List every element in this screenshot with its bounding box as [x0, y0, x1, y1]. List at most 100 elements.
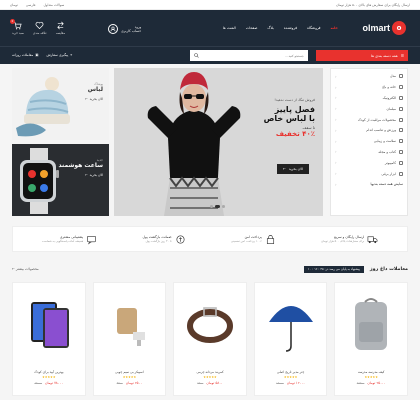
deals-products: کیف مدرسه مدرسه ★★★★★ ۲۵۰۰۰ تومان۲۸۵۰۰ چ…	[12, 282, 408, 396]
rating-stars: ★★★★★	[42, 375, 56, 379]
category-item[interactable]: الکترونیک ‹	[331, 93, 407, 104]
feature-item: پشتیبانی مشتری همیشه آماده پاسخگویی به شم…	[42, 234, 97, 245]
product-card[interactable]: چتر مدیر تاریخ اصلی ★★★★★ ۱۲۰۰۰ تومان۱۵۰…	[253, 282, 328, 396]
deals-title: معاملات داغ روز	[369, 266, 408, 272]
nav-item-blog[interactable]: بلاگ	[267, 26, 273, 30]
category-icon	[399, 160, 403, 165]
view-all-categories-link[interactable]: نمایش همه دسته بندیها ‹	[331, 179, 407, 190]
hero-title-line2: با لباس خاص	[263, 114, 315, 123]
chevron-left-icon: ‹	[335, 149, 337, 155]
search-input[interactable]	[204, 53, 304, 58]
chevron-left-icon: ‹	[335, 171, 337, 177]
currency-select[interactable]: تومان	[10, 3, 18, 7]
language-select[interactable]: فارسی	[26, 3, 36, 7]
nav-item-pages[interactable]: صفحات	[246, 26, 258, 30]
promo-banner-smartwatch[interactable]: جدید ساعت هوشمند الان بخرید ←	[12, 144, 109, 216]
slider-dot-active[interactable]	[215, 205, 220, 208]
product-card[interactable]: اسپیکر بی سیم چوبی ★★★★★ ۲۵۰۰ تومان۴۵۰۰	[92, 282, 167, 396]
category-item[interactable]: مبلمان ‹	[331, 103, 407, 114]
wishlist-icon	[35, 21, 44, 30]
support-icon	[87, 235, 97, 245]
tablet-image	[30, 302, 69, 348]
arrow-left-icon: ←	[282, 167, 286, 171]
nav-item-home[interactable]: خانه	[331, 26, 338, 30]
rating-stars: ★★★★★	[283, 375, 298, 379]
slider-dot[interactable]	[222, 205, 225, 208]
hero-subtitle: فروش مگا، از دست ندهید!	[274, 98, 315, 102]
chevron-left-icon: ‹	[335, 138, 337, 144]
hero-copy: فروش مگا، از دست ندهید! فصل پاییز با لبا…	[235, 98, 315, 138]
product-card[interactable]: کیف مدرسه مدرسه ★★★★★ ۲۵۰۰۰ تومان۲۸۵۰۰	[334, 282, 408, 396]
order-tracking-link[interactable]: ⌖ پیگیری سفارش	[46, 53, 72, 57]
slider-dots	[210, 205, 225, 208]
top-info-bar: ارسال رایگان برای سفارش های بالای ۵۰۰ هز…	[0, 0, 420, 10]
product-card[interactable]: بهترین آیپد برای کودک ★★★★★ ۷۸۰۰۰ تومان۸…	[12, 282, 86, 396]
site-header: olmart o خانه فروشگاه فروشنده بلاگ صفحات…	[0, 10, 420, 46]
rating-stars: ★★★★★	[122, 375, 137, 379]
hero-title-line1: فصل پاییز	[274, 105, 315, 114]
cart-button[interactable]: 0 سبد خرید	[10, 19, 24, 35]
nav-item-shop[interactable]: فروشگاه	[307, 26, 320, 30]
account-link[interactable]: ورود حساب کاربری	[108, 24, 141, 34]
category-icon	[399, 74, 403, 79]
slider-dot[interactable]	[210, 205, 213, 208]
arrow-left-icon: ←	[12, 267, 15, 271]
category-icon	[399, 95, 403, 100]
menu-icon: ☰	[400, 53, 404, 58]
chevron-left-icon: ‹	[335, 127, 337, 133]
category-icon	[399, 128, 403, 133]
chevron-left-icon: ‹	[335, 84, 337, 90]
belt-image	[187, 307, 234, 343]
category-item[interactable]: محصولات مراقبت از کودک ‹	[331, 114, 407, 125]
arrow-left-icon: ←	[85, 173, 88, 177]
chevron-left-icon: ‹	[335, 73, 337, 79]
chevron-left-icon: ‹	[335, 181, 337, 187]
hero-banner[interactable]: فروش مگا، از دست ندهید! فصل پاییز با لبا…	[114, 68, 323, 216]
promo1-cta[interactable]: الان بخرید ←	[85, 97, 103, 101]
all-categories-button[interactable]: ☰ همه دسته بندی ها	[316, 50, 408, 61]
site-logo[interactable]: olmart o	[362, 21, 406, 35]
truck-icon	[367, 235, 378, 243]
feature-item: پرداخت امن ۱۰۰٪ پرداخت امن تضمینی	[231, 234, 276, 245]
category-item[interactable]: مدل ‹	[331, 71, 407, 82]
search-icon[interactable]	[194, 53, 199, 58]
quick-links: ⌖ پیگیری سفارش ▣ معاملات روزانه	[12, 53, 72, 57]
nav-item-elements[interactable]: المنت ها	[223, 26, 236, 30]
deals-countdown: پیشنهاد به پایان می رسد در: ۴۵ : ۱۶ : ۱۰	[304, 265, 364, 273]
category-item[interactable]: خانه و باغ ‹	[331, 82, 407, 93]
feature-item: ضمانت بازگشت پول تا ۳۰ روز بازگشت پول	[142, 234, 185, 245]
lock-icon	[266, 234, 274, 244]
more-products-link[interactable]: محصولات بیشتر ←	[12, 267, 39, 271]
search-row: ☰ همه دسته بندی ها ⌖پیگیری سفارش ▣معاملا…	[0, 46, 420, 64]
compare-button[interactable]: مقایسه	[56, 21, 65, 35]
category-icon	[399, 171, 403, 176]
category-item[interactable]: سلامت و زیبایی ‹	[331, 136, 407, 147]
category-icon	[399, 149, 403, 154]
product-card[interactable]: کمربند مردانه چرمی ★★★★★ ۵۸۰۰ تومان۶۲۰۰	[173, 282, 247, 396]
beanie-image	[12, 68, 72, 140]
daily-deals-link[interactable]: ▣ معاملات روزانه	[12, 53, 38, 57]
promo2-cta[interactable]: الان بخرید ←	[59, 173, 103, 177]
category-icon	[399, 139, 403, 144]
shipping-notice: ارسال رایگان برای سفارش های بالای ۵۰۰ هز…	[336, 2, 410, 7]
category-item[interactable]: کامپیوتر ‹	[331, 157, 407, 168]
category-item[interactable]: ورزش و تناسب اندام ‹	[331, 125, 407, 136]
category-item[interactable]: ابزار برقی ‹	[331, 168, 407, 179]
user-icon	[108, 24, 118, 34]
category-icon	[399, 117, 403, 122]
refund-icon	[176, 235, 185, 243]
chevron-left-icon: ‹	[335, 117, 337, 123]
main-nav: خانه فروشگاه فروشنده بلاگ صفحات المنت ها	[223, 26, 338, 30]
nav-item-vendor[interactable]: فروشنده	[284, 26, 297, 30]
promo-banner-clothing[interactable]: پوشاک لباس الان بخرید ←	[12, 68, 109, 140]
category-icon	[399, 106, 403, 111]
umbrella-image	[268, 306, 313, 352]
wishlist-button[interactable]: علاقه مندی	[33, 21, 47, 35]
rating-stars: ★★★★★	[203, 375, 217, 379]
category-item[interactable]: کتاب و مجله ‹	[331, 147, 407, 158]
speaker-image	[117, 308, 146, 346]
help-link[interactable]: سوالات متداول	[44, 3, 65, 7]
category-icon	[399, 85, 403, 90]
hero-shop-now-button[interactable]: الان بخرید ←	[276, 164, 309, 174]
header-icons: مقایسه علاقه مندی 0 سبد خرید	[10, 19, 65, 35]
